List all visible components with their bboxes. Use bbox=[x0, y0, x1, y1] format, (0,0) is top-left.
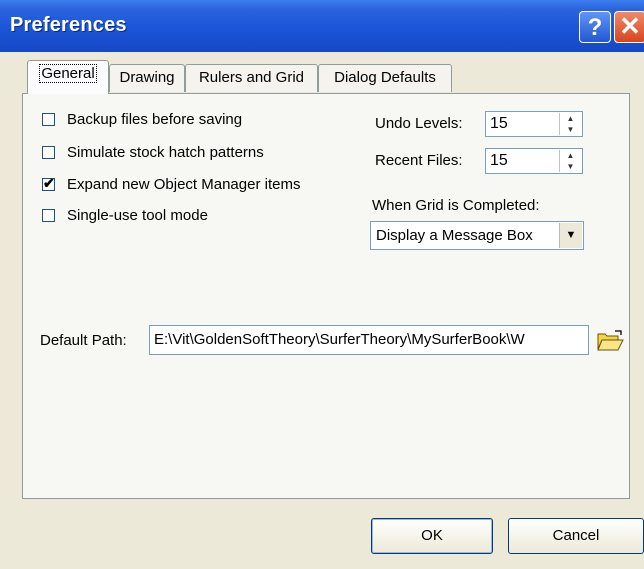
cancel-button[interactable]: Cancel bbox=[508, 518, 644, 554]
checkbox-box-checked[interactable] bbox=[42, 175, 55, 192]
expand-object-manager-checkbox[interactable]: Expand new Object Manager items bbox=[42, 174, 300, 194]
recent-files-label: Recent Files: bbox=[375, 152, 463, 169]
default-path-label: Default Path: bbox=[40, 332, 127, 349]
tab-general[interactable]: General bbox=[27, 60, 109, 94]
recent-files-value[interactable]: 15 bbox=[490, 152, 508, 170]
stepper-arrows[interactable]: ▲ ▼ bbox=[559, 150, 581, 172]
close-icon[interactable]: ✕ bbox=[614, 11, 644, 43]
undo-levels-label: Undo Levels: bbox=[375, 115, 463, 132]
stepper-arrows[interactable]: ▲ ▼ bbox=[559, 113, 581, 135]
tab-drawing[interactable]: Drawing bbox=[109, 64, 185, 92]
single-use-tool-label: Single-use tool mode bbox=[67, 206, 208, 224]
default-path-input[interactable]: E:\Vit\GoldenSoftTheory\SurferTheory\MyS… bbox=[149, 325, 589, 355]
checkbox-box[interactable] bbox=[42, 145, 55, 159]
tab-rulers-label: Rulers and Grid bbox=[198, 69, 305, 86]
stepper-down-icon[interactable]: ▼ bbox=[560, 161, 581, 172]
expand-object-manager-label: Expand new Object Manager items bbox=[67, 175, 301, 193]
tab-drawing-label: Drawing bbox=[119, 69, 175, 86]
tab-rulers-and-grid[interactable]: Rulers and Grid bbox=[185, 64, 318, 92]
stepper-down-icon[interactable]: ▼ bbox=[560, 124, 581, 135]
tab-general-label: General bbox=[39, 64, 97, 83]
stepper-up-icon[interactable]: ▲ bbox=[560, 150, 581, 161]
single-use-tool-checkbox[interactable]: Single-use tool mode bbox=[42, 205, 208, 225]
undo-levels-value[interactable]: 15 bbox=[490, 115, 508, 133]
open-folder-icon[interactable] bbox=[596, 330, 624, 352]
tab-dialog-defaults[interactable]: Dialog Defaults bbox=[318, 64, 452, 92]
checkbox-box[interactable] bbox=[42, 112, 55, 126]
undo-levels-stepper[interactable]: 15 ▲ ▼ bbox=[485, 111, 583, 137]
title-bar[interactable]: Preferences ? ✕ bbox=[0, 0, 644, 52]
backup-files-label: Backup files before saving bbox=[67, 110, 243, 128]
help-icon[interactable]: ? bbox=[579, 11, 611, 43]
simulate-hatch-label: Simulate stock hatch patterns bbox=[67, 143, 264, 161]
checkbox-box[interactable] bbox=[42, 208, 55, 222]
ok-button[interactable]: OK bbox=[371, 518, 493, 554]
preferences-dialog: Preferences ? ✕ General Drawing Rulers a… bbox=[0, 0, 644, 569]
grid-completed-value: Display a Message Box bbox=[376, 227, 533, 244]
stepper-up-icon[interactable]: ▲ bbox=[560, 113, 581, 124]
window-title: Preferences bbox=[10, 14, 127, 36]
grid-completed-select[interactable]: Display a Message Box ▼ bbox=[370, 221, 584, 250]
simulate-hatch-checkbox[interactable]: Simulate stock hatch patterns bbox=[42, 142, 264, 162]
grid-completed-label: When Grid is Completed: bbox=[372, 197, 540, 214]
recent-files-stepper[interactable]: 15 ▲ ▼ bbox=[485, 148, 583, 174]
chevron-down-icon[interactable]: ▼ bbox=[559, 223, 582, 248]
tab-dialog-defaults-label: Dialog Defaults bbox=[334, 69, 436, 86]
default-path-value[interactable]: E:\Vit\GoldenSoftTheory\SurferTheory\MyS… bbox=[154, 331, 525, 348]
backup-files-checkbox[interactable]: Backup files before saving bbox=[42, 109, 242, 129]
